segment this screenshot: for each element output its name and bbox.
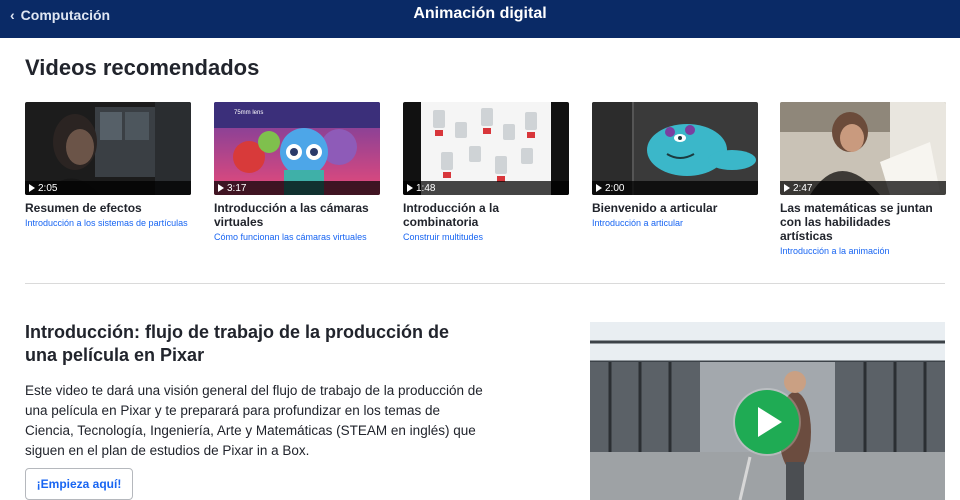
start-here-button[interactable]: ¡Empieza aquí!	[25, 468, 133, 500]
play-icon	[784, 184, 790, 192]
video-card-articular[interactable]: 2:00 Bienvenido a articular Introducción…	[592, 102, 758, 229]
recommended-video-list: 2:05 Resumen de efectos Introducción a l…	[25, 102, 946, 256]
play-icon	[218, 184, 224, 192]
video-title[interactable]: Las matemáticas se juntan con las habili…	[780, 201, 946, 243]
duration-badge: 2:47	[780, 181, 946, 195]
intro-title: Introducción: flujo de trabajo de la pro…	[25, 322, 450, 365]
video-thumbnail[interactable]: 1:48	[403, 102, 569, 195]
video-title[interactable]: Introducción a la combinatoria	[403, 201, 569, 229]
video-thumbnail[interactable]: 2:05	[25, 102, 191, 195]
video-thumbnail[interactable]: 2:47	[780, 102, 946, 195]
video-subtitle-link[interactable]: Construir multitudes	[403, 232, 569, 243]
intro-description: Este video te dará una visión general de…	[25, 383, 483, 458]
video-title[interactable]: Resumen de efectos	[25, 201, 191, 215]
video-subtitle-link[interactable]: Introducción a los sistemas de partícula…	[25, 218, 191, 229]
featured-video-player[interactable]	[590, 322, 945, 500]
video-subtitle-link[interactable]: Cómo funcionan las cámaras virtuales	[214, 232, 380, 243]
video-title[interactable]: Bienvenido a articular	[592, 201, 758, 215]
duration-badge: 3:17	[214, 181, 380, 195]
play-icon	[407, 184, 413, 192]
duration-badge: 2:00	[592, 181, 758, 195]
duration-badge: 1:48	[403, 181, 569, 195]
section-divider	[25, 283, 945, 284]
video-card-combinatoria[interactable]: 1:48 Introducción a la combinatoria Cons…	[403, 102, 569, 243]
video-card-camaras-virtuales[interactable]: 75mm lens 3:17 Introducción a las cámara…	[214, 102, 380, 243]
play-button[interactable]	[735, 390, 799, 454]
section-title-recommended: Videos recomendados	[25, 55, 260, 80]
video-thumbnail[interactable]: 2:00	[592, 102, 758, 195]
page-title: Animación digital	[413, 5, 547, 22]
video-thumbnail[interactable]: 75mm lens 3:17	[214, 102, 380, 195]
duration-badge: 2:05	[25, 181, 191, 195]
play-icon	[29, 184, 35, 192]
video-title[interactable]: Introducción a las cámaras virtuales	[214, 201, 380, 229]
video-subtitle-link[interactable]: Introducción a la animación	[780, 246, 946, 257]
thumbnail-caption: 75mm lens	[234, 110, 264, 116]
play-icon	[596, 184, 602, 192]
play-icon	[758, 407, 782, 437]
video-subtitle-link[interactable]: Introducción a articular	[592, 218, 758, 229]
video-card-matematicas-arte[interactable]: 2:47 Las matemáticas se juntan con las h…	[780, 102, 946, 257]
video-card-resumen-efectos[interactable]: 2:05 Resumen de efectos Introducción a l…	[25, 102, 191, 229]
top-bar: ‹ Computación Animación digital	[0, 0, 960, 38]
